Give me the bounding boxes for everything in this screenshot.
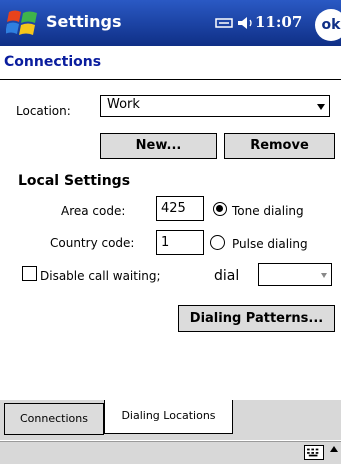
pulse-dialing-label[interactable]: Pulse dialing — [232, 237, 308, 251]
disable-call-waiting-label[interactable]: Disable call waiting; — [40, 269, 161, 283]
dial-dropdown[interactable] — [258, 263, 332, 286]
location-value: Work — [107, 97, 140, 112]
radio-selected-dot — [216, 205, 223, 212]
pulse-dialing-radio[interactable] — [210, 235, 225, 250]
chevron-down-icon[interactable] — [317, 104, 325, 110]
local-settings-heading: Local Settings — [18, 173, 131, 189]
divider — [0, 79, 341, 80]
dialing-patterns-button[interactable]: Dialing Patterns... — [178, 305, 335, 332]
clock[interactable]: 11:07 — [255, 13, 302, 31]
page-title: Connections — [4, 54, 102, 70]
tone-dialing-radio[interactable] — [213, 202, 227, 216]
tab-connections[interactable]: Connections — [4, 403, 104, 435]
location-dropdown[interactable]: Work — [100, 95, 330, 117]
app-title: Settings — [46, 12, 122, 31]
menu-bar — [0, 441, 341, 464]
country-code-input[interactable]: 1 — [156, 230, 204, 255]
keyboard-icon[interactable] — [304, 445, 324, 460]
location-label: Location: — [16, 104, 71, 118]
new-button[interactable]: New... — [100, 133, 217, 159]
dial-label: dial — [214, 268, 240, 284]
area-code-input[interactable]: 425 — [156, 196, 204, 221]
remove-button[interactable]: Remove — [224, 133, 335, 159]
country-code-label: Country code: — [50, 236, 135, 250]
connectivity-icon[interactable] — [215, 17, 235, 29]
tone-dialing-label[interactable]: Tone dialing — [232, 204, 304, 218]
disable-call-waiting-checkbox[interactable] — [22, 266, 37, 281]
ok-button[interactable]: ok — [315, 9, 341, 41]
volume-icon[interactable] — [236, 13, 256, 33]
tab-dialing-locations[interactable]: Dialing Locations — [104, 400, 233, 434]
chevron-down-icon[interactable] — [321, 273, 327, 278]
windows-start-icon[interactable] — [6, 6, 40, 40]
chevron-up-icon[interactable] — [330, 446, 338, 452]
area-code-label: Area code: — [61, 204, 126, 218]
